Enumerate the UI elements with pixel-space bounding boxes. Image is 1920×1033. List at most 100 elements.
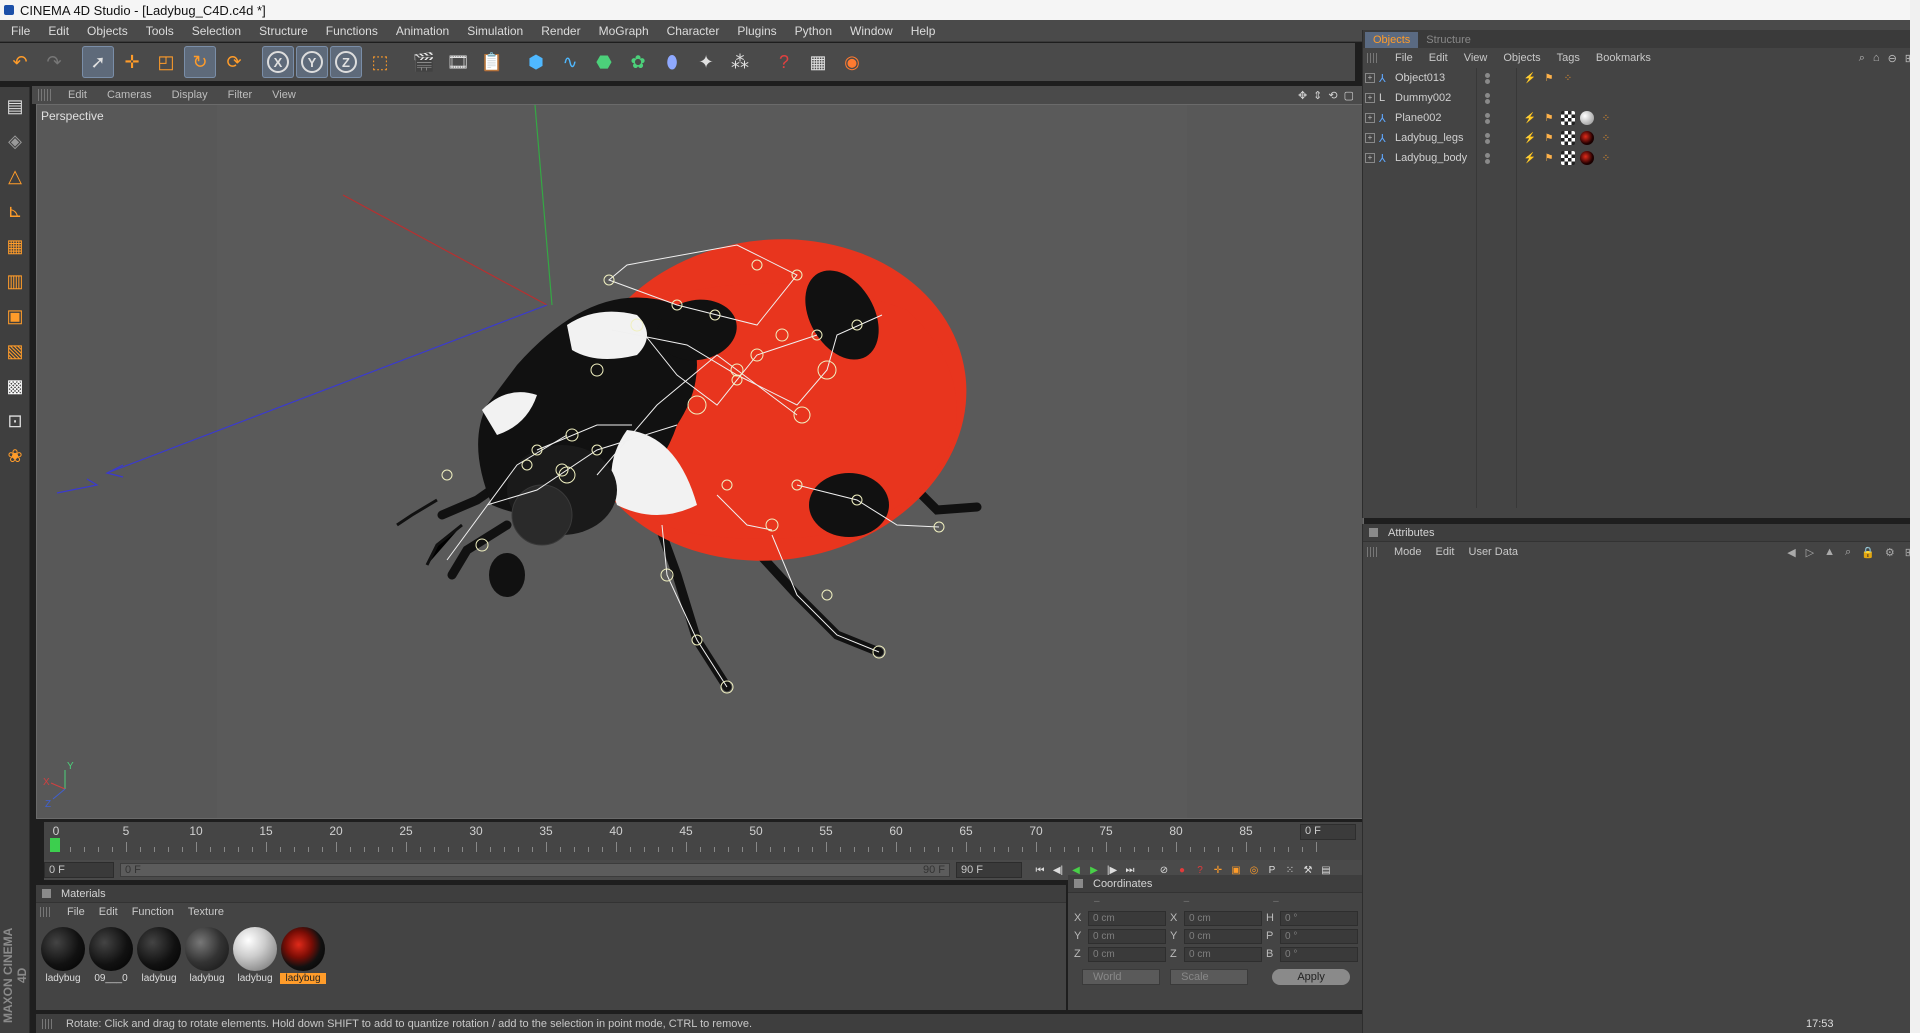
- point-mode-icon[interactable]: ▦: [1, 230, 29, 262]
- layout-icon[interactable]: ▦: [802, 46, 834, 78]
- up-arrow-icon[interactable]: ▲: [1824, 546, 1835, 559]
- position-z-field[interactable]: 0 cm: [1088, 946, 1166, 962]
- pan-icon[interactable]: ✥: [1298, 89, 1307, 102]
- menu-tools[interactable]: Tools: [137, 24, 183, 38]
- ik-tag-icon[interactable]: ⚑: [1542, 71, 1556, 85]
- go-to-start-icon[interactable]: ⏮: [1032, 862, 1048, 878]
- ik-tag-icon[interactable]: ⚑: [1542, 111, 1556, 125]
- material-item[interactable]: ladybug: [184, 927, 230, 984]
- weight-tag-icon[interactable]: ⁘: [1599, 131, 1613, 145]
- om-menu-tags[interactable]: Tags: [1549, 52, 1588, 64]
- menu-render[interactable]: Render: [532, 24, 589, 38]
- expand-icon[interactable]: +: [1365, 73, 1375, 83]
- viewport-menu-filter[interactable]: Filter: [218, 89, 262, 101]
- material-item-selected[interactable]: ladybug: [280, 927, 326, 984]
- playhead[interactable]: [50, 838, 60, 852]
- spline-icon[interactable]: ∿: [554, 46, 586, 78]
- y-axis-icon[interactable]: Y: [296, 46, 328, 78]
- material-item[interactable]: 09___0: [88, 927, 134, 984]
- object-mode-icon[interactable]: △: [1, 160, 29, 192]
- lock-icon[interactable]: 🔒: [1861, 546, 1875, 559]
- help-icon[interactable]: ?: [768, 46, 800, 78]
- attr-menu-mode[interactable]: Mode: [1387, 546, 1429, 558]
- ik-tag-icon[interactable]: ⚡: [1523, 151, 1537, 165]
- ik-tag-icon[interactable]: ⚑: [1542, 131, 1556, 145]
- om-menu-edit[interactable]: Edit: [1421, 52, 1456, 64]
- model-mode-icon[interactable]: ◈: [1, 125, 29, 157]
- menu-help[interactable]: Help: [902, 24, 945, 38]
- prev-key-icon[interactable]: ◀|: [1050, 862, 1066, 878]
- render-picture-viewer-icon[interactable]: 🎞: [442, 46, 474, 78]
- tab-structure[interactable]: Structure: [1418, 32, 1479, 48]
- home-icon[interactable]: ⌂: [1873, 52, 1880, 65]
- rotate-alt-icon[interactable]: ⟳: [218, 46, 250, 78]
- ik-tag-icon[interactable]: ⚑: [1542, 151, 1556, 165]
- rotate-icon[interactable]: ↻: [184, 46, 216, 78]
- object-name[interactable]: Ladybug_legs: [1395, 132, 1464, 144]
- apply-button[interactable]: Apply: [1272, 969, 1350, 985]
- particles-icon[interactable]: ⁂: [724, 46, 756, 78]
- viewport-menu-cameras[interactable]: Cameras: [97, 89, 162, 101]
- current-frame-field[interactable]: 0 F: [1300, 824, 1356, 840]
- sculpt-icon[interactable]: ❀: [1, 440, 29, 472]
- search-icon[interactable]: ⌕: [1845, 546, 1851, 559]
- back-arrow-icon[interactable]: ◀: [1787, 546, 1795, 559]
- array-icon[interactable]: ✿: [622, 46, 654, 78]
- scene-icon[interactable]: ✦: [690, 46, 722, 78]
- size-y-field[interactable]: 0 cm: [1184, 928, 1262, 944]
- visibility-dots[interactable]: [1485, 132, 1490, 144]
- edge-mode-icon[interactable]: ▥: [1, 265, 29, 297]
- menu-window[interactable]: Window: [841, 24, 902, 38]
- menu-objects[interactable]: Objects: [78, 24, 137, 38]
- coord-mode-dropdown[interactable]: World: [1082, 969, 1161, 985]
- tab-objects[interactable]: Objects: [1365, 32, 1419, 48]
- viewport-menu-view[interactable]: View: [262, 89, 306, 101]
- texture-mode-icon[interactable]: ⊾: [1, 195, 29, 227]
- render-view-icon[interactable]: 🎬: [408, 46, 440, 78]
- menu-simulation[interactable]: Simulation: [458, 24, 532, 38]
- materials-menu-file[interactable]: File: [60, 906, 92, 918]
- ik-tag-icon[interactable]: ⚡: [1523, 131, 1537, 145]
- object-row[interactable]: + ⅄ Object013 ⚡ ⚑ ⁘: [1363, 68, 1920, 88]
- expand-icon[interactable]: +: [1365, 113, 1375, 123]
- visibility-dots[interactable]: [1485, 112, 1490, 124]
- deformer-icon[interactable]: ⬮: [656, 46, 688, 78]
- menu-animation[interactable]: Animation: [387, 24, 458, 38]
- material-tag-icon[interactable]: [1580, 131, 1594, 145]
- collapse-icon[interactable]: ⊖: [1888, 52, 1897, 65]
- viewport-menu-display[interactable]: Display: [162, 89, 218, 101]
- plugin-icon[interactable]: ◉: [836, 46, 868, 78]
- weight-tag-icon[interactable]: ⁘: [1561, 71, 1575, 85]
- end-frame-field[interactable]: 90 F: [956, 862, 1022, 878]
- object-row[interactable]: + ⅄ Ladybug_legs ⚡ ⚑ ⁘: [1363, 128, 1920, 148]
- object-row[interactable]: + ⅄ Plane002 ⚡ ⚑ ⁘: [1363, 108, 1920, 128]
- expand-icon[interactable]: +: [1365, 153, 1375, 163]
- zoom-icon[interactable]: ⇕: [1313, 89, 1322, 102]
- om-menu-file[interactable]: File: [1387, 52, 1421, 64]
- materials-menu-edit[interactable]: Edit: [92, 906, 125, 918]
- forward-arrow-icon[interactable]: ▷: [1806, 546, 1814, 559]
- uvw-tag-icon[interactable]: [1561, 151, 1575, 165]
- cube-icon[interactable]: ⬢: [520, 46, 552, 78]
- size-z-field[interactable]: 0 cm: [1184, 946, 1262, 962]
- material-item[interactable]: ladybug: [232, 927, 278, 984]
- x-axis-icon[interactable]: X: [262, 46, 294, 78]
- coord-size-dropdown[interactable]: Scale: [1170, 969, 1249, 985]
- materials-menu-texture[interactable]: Texture: [181, 906, 231, 918]
- materials-menu-function[interactable]: Function: [125, 906, 181, 918]
- start-frame-field[interactable]: 0 F: [44, 862, 114, 878]
- om-menu-view[interactable]: View: [1456, 52, 1496, 64]
- menu-file[interactable]: File: [2, 24, 39, 38]
- menu-plugins[interactable]: Plugins: [728, 24, 785, 38]
- position-x-field[interactable]: 0 cm: [1088, 910, 1166, 926]
- viewport-menu-edit[interactable]: Edit: [58, 89, 97, 101]
- rotation-b-field[interactable]: 0 °: [1280, 946, 1358, 962]
- ik-tag-icon[interactable]: ⚡: [1523, 71, 1537, 85]
- om-menu-bookmarks[interactable]: Bookmarks: [1588, 52, 1659, 64]
- menu-structure[interactable]: Structure: [250, 24, 317, 38]
- ik-tag-icon[interactable]: ⚡: [1523, 111, 1537, 125]
- nurbs-icon[interactable]: ⬣: [588, 46, 620, 78]
- viewport-3d[interactable]: Perspective Y X Z: [36, 104, 1364, 819]
- render-settings-icon[interactable]: 📋: [476, 46, 508, 78]
- z-axis-icon[interactable]: Z: [330, 46, 362, 78]
